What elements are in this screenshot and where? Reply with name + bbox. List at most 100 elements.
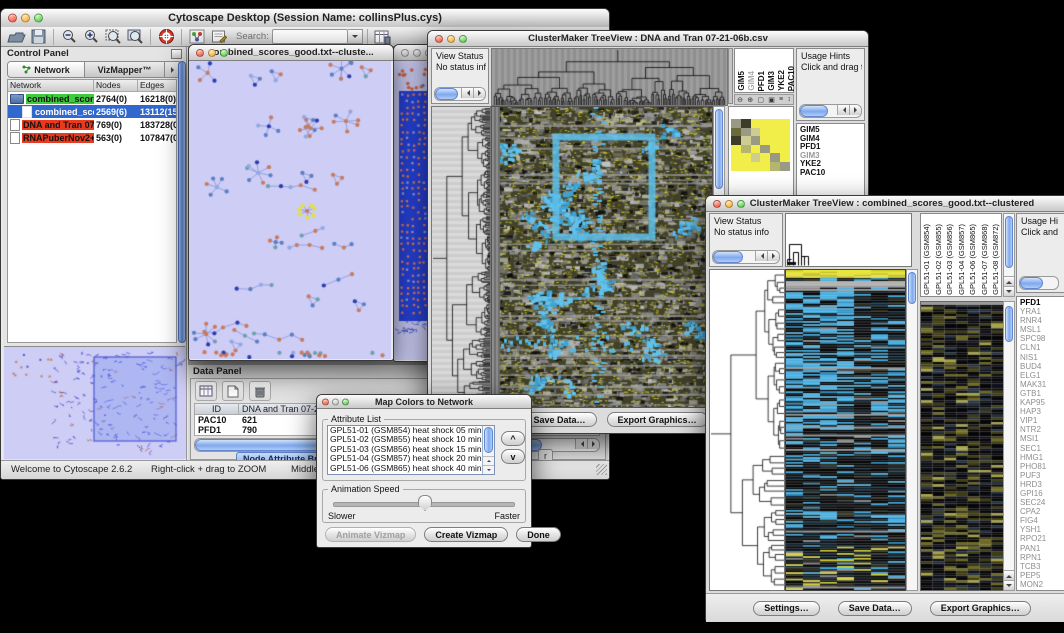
gene-label[interactable]: PEP5 — [1020, 571, 1064, 580]
network-tree-row[interactable]: RNAPuberNov2+563(0)107847(0) — [8, 131, 176, 144]
matrix-cell[interactable] — [731, 128, 741, 137]
create-vizmap-button[interactable]: Create Vizmap — [424, 527, 508, 542]
network-tree-row[interactable]: combined_sco2569(6)13112(15) — [8, 105, 176, 118]
matrix-cell[interactable] — [751, 153, 761, 162]
matrix-cell[interactable] — [780, 119, 790, 128]
close-icon[interactable] — [8, 14, 17, 23]
zoom-window-icon[interactable] — [342, 398, 349, 405]
move-up-button[interactable]: ^ — [501, 431, 525, 446]
matrix-cell[interactable] — [731, 145, 741, 154]
scroll-up-icon[interactable] — [1004, 570, 1014, 580]
gene-label[interactable]: KAP95 — [1020, 398, 1064, 407]
open-session-button[interactable] — [5, 28, 27, 46]
scroll-left-icon[interactable] — [837, 105, 849, 115]
help-icon[interactable] — [155, 28, 177, 46]
minimize-icon[interactable] — [21, 14, 30, 23]
gene-label[interactable]: MSI1 — [1020, 434, 1064, 443]
usage-hints-scrollbar[interactable] — [1019, 276, 1059, 290]
view-status-scrollbar[interactable] — [434, 87, 486, 101]
mini-tool-icon[interactable]: ≡ — [779, 96, 783, 103]
treeview-button[interactable]: Save Data… — [838, 601, 912, 616]
network1-titlebar[interactable]: combined_scores_good.txt--cluste... — [189, 45, 393, 61]
matrix-cell[interactable] — [770, 136, 780, 145]
network-window-1[interactable]: combined_scores_good.txt--cluste... — [188, 44, 394, 361]
treeview2-window[interactable]: ClusterMaker TreeView : combined_scores_… — [705, 195, 1064, 622]
scroll-left-icon[interactable] — [755, 251, 767, 261]
gene-label[interactable]: YRA1 — [1020, 307, 1064, 316]
zoom-out-icon[interactable] — [58, 28, 80, 46]
scroll-right-icon[interactable] — [473, 88, 485, 98]
matrix-cell[interactable] — [741, 119, 751, 128]
mini-tool-icon[interactable]: ▣ — [768, 96, 775, 104]
gene-label[interactable]: GPI16 — [1020, 489, 1064, 498]
scroll-left-icon[interactable] — [461, 88, 473, 98]
gene-label[interactable]: RPN1 — [1020, 553, 1064, 562]
control-panel-scrollbar[interactable] — [178, 61, 186, 343]
gene-label[interactable]: GTB1 — [1020, 389, 1064, 398]
resize-grip[interactable] — [596, 464, 607, 475]
gene-label[interactable]: HRD3 — [1020, 480, 1064, 489]
heatmap-view[interactable] — [491, 106, 713, 408]
column-header[interactable]: Network — [8, 80, 94, 91]
network-tree-row[interactable]: DNA and Tran 07769(0)183728(0) — [8, 118, 176, 131]
column-labels-scrollbar[interactable] — [1003, 213, 1015, 297]
scroll-right-icon[interactable] — [849, 105, 861, 115]
done-button[interactable]: Done — [516, 527, 561, 542]
matrix-cell[interactable] — [780, 153, 790, 162]
scrollbar-thumb[interactable] — [484, 427, 493, 453]
scrollbar-thumb[interactable] — [1005, 306, 1013, 342]
matrix-cell[interactable] — [770, 145, 780, 154]
scroll-down-icon[interactable] — [1004, 286, 1014, 296]
close-icon[interactable] — [322, 398, 329, 405]
move-down-button[interactable]: v — [501, 449, 525, 464]
gene-list-scrollbar[interactable] — [1003, 301, 1015, 591]
treeview-button[interactable]: Export Graphics… — [607, 412, 708, 427]
matrix-cell[interactable] — [741, 128, 751, 137]
gene-label[interactable]: FIG4 — [1020, 516, 1064, 525]
minimize-icon[interactable] — [447, 35, 455, 43]
treeview2-titlebar[interactable]: ClusterMaker TreeView : combined_scores_… — [706, 196, 1064, 212]
gene-label[interactable]: BUD4 — [1020, 362, 1064, 371]
matrix-cell[interactable] — [770, 128, 780, 137]
tab-network[interactable]: Network — [8, 62, 85, 77]
matrix-cell[interactable] — [751, 128, 761, 137]
gene-label[interactable]: MSL1 — [1020, 325, 1064, 334]
treeview1-titlebar[interactable]: ClusterMaker TreeView : DNA and Tran 07-… — [428, 31, 868, 47]
row-dendrogram[interactable] — [431, 106, 491, 408]
delete-attribute-icon[interactable] — [249, 381, 271, 401]
zoom-window-icon[interactable] — [34, 14, 43, 23]
scrollbar-thumb[interactable] — [800, 105, 828, 117]
matrix-cell[interactable] — [751, 145, 761, 154]
matrix-cell[interactable] — [760, 153, 770, 162]
gene-label[interactable]: CPA2 — [1020, 507, 1064, 516]
attribute-list[interactable]: GPL51-01 (GSM854) heat shock 05 minGPL51… — [327, 425, 495, 475]
column-header[interactable]: Edges — [138, 80, 176, 91]
window-controls[interactable] — [8, 14, 43, 23]
matrix-cell[interactable] — [780, 128, 790, 137]
gene-label[interactable]: PHO81 — [1020, 462, 1064, 471]
matrix-cell[interactable] — [741, 145, 751, 154]
slider-thumb[interactable] — [418, 495, 432, 511]
search-dropdown-icon[interactable] — [348, 29, 363, 44]
mini-tool-icon[interactable]: ⊕ — [747, 96, 753, 104]
gene-label[interactable]: RNR4 — [1020, 316, 1064, 325]
matrix-cell[interactable] — [751, 136, 761, 145]
gene-label[interactable]: PAC10 — [800, 169, 864, 178]
gene-label[interactable]: SEC24 — [1020, 498, 1064, 507]
gene-label[interactable]: SEC1 — [1020, 444, 1064, 453]
attribute-item[interactable]: GPL51-07 (GSM868) heat shock 60 min — [328, 473, 482, 474]
gene-label[interactable]: CLN1 — [1020, 343, 1064, 352]
close-icon[interactable] — [196, 49, 204, 57]
close-icon[interactable] — [401, 49, 409, 57]
column-header[interactable]: ID — [195, 404, 239, 414]
float-panel-icon[interactable] — [171, 49, 182, 59]
zoom-window-icon[interactable] — [220, 49, 228, 57]
search-input[interactable] — [272, 29, 348, 44]
scroll-right-icon[interactable] — [587, 439, 599, 449]
heatmap-view[interactable] — [785, 269, 906, 591]
minimize-icon[interactable] — [725, 200, 733, 208]
global-view-heatmap[interactable] — [920, 301, 1004, 591]
matrix-cell[interactable] — [770, 119, 780, 128]
zoom-in-icon[interactable] — [80, 28, 102, 46]
matrix-cell[interactable] — [741, 136, 751, 145]
